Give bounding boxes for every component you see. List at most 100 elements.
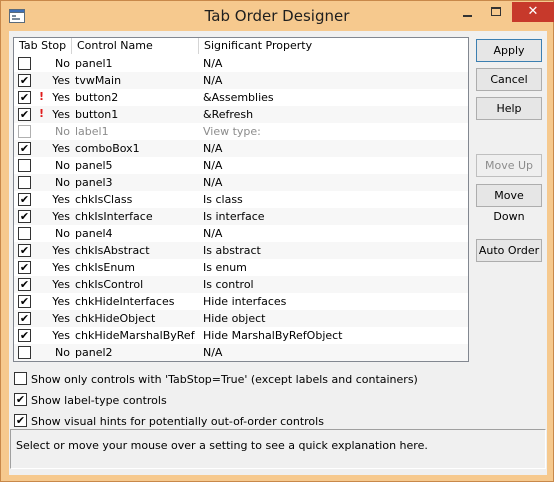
tab-stop-checkbox[interactable]: ✔ (18, 244, 31, 257)
column-header-tab-stop[interactable]: Tab Stop (14, 38, 72, 54)
move-down-button[interactable]: Move Down (476, 184, 542, 223)
control-name: button1 (75, 108, 119, 121)
significant-property: Is abstract (203, 244, 261, 257)
column-header-significant-property[interactable]: Significant Property (199, 38, 468, 54)
title-bar[interactable]: Tab Order Designer ✕ (1, 1, 554, 31)
table-row[interactable]: No label1 View type: (14, 123, 468, 140)
table-row[interactable]: ✔ Yes chkIsControl Is control (14, 276, 468, 293)
control-name: tvwMain (75, 74, 122, 87)
tab-order-list[interactable]: Tab Stop Control Name Significant Proper… (13, 37, 469, 362)
column-header-control-name[interactable]: Control Name (72, 38, 199, 54)
auto-order-button[interactable]: Auto Order (476, 239, 542, 262)
tab-stop-checkbox[interactable]: ✔ (18, 312, 31, 325)
table-row[interactable]: ✔ Yes chkIsClass Is class (14, 191, 468, 208)
tab-stop-checkbox[interactable]: ✔ (18, 329, 31, 342)
table-row[interactable]: ✔ Yes chkIsEnum Is enum (14, 259, 468, 276)
tab-stop-checkbox[interactable] (18, 159, 31, 172)
table-row[interactable]: ✔ Yes comboBox1 N/A (14, 140, 468, 157)
table-row[interactable]: No panel1 N/A (14, 55, 468, 72)
tab-stop-value: No (55, 159, 70, 172)
significant-property: N/A (203, 346, 223, 359)
check-icon: ✔ (19, 295, 30, 308)
table-row[interactable]: ✔! Yes button2 &Assemblies (14, 89, 468, 106)
significant-property: N/A (203, 176, 223, 189)
list-header: Tab Stop Control Name Significant Proper… (14, 38, 468, 54)
table-row[interactable]: ✔ Yes chkHideObject Hide object (14, 310, 468, 327)
option-show-labels-checkbox[interactable]: ✔ (14, 393, 27, 406)
check-icon: ✔ (15, 393, 26, 406)
check-icon: ✔ (15, 414, 26, 427)
control-name: panel5 (75, 159, 113, 172)
tab-stop-checkbox[interactable] (18, 227, 31, 240)
option-visual-hints-checkbox[interactable]: ✔ (14, 414, 27, 427)
significant-property: View type: (203, 125, 261, 138)
tab-stop-checkbox[interactable]: ✔ (18, 91, 31, 104)
control-name: chkIsEnum (75, 261, 135, 274)
table-row[interactable]: No panel4 N/A (14, 225, 468, 242)
tab-stop-checkbox[interactable]: ✔ (18, 210, 31, 223)
table-row[interactable]: ✔ Yes chkIsAbstract Is abstract (14, 242, 468, 259)
tab-stop-value: Yes (52, 244, 70, 257)
help-button[interactable]: Help (476, 97, 542, 120)
tab-stop-value: Yes (52, 329, 70, 342)
option-show-labels-label[interactable]: Show label-type controls (31, 394, 167, 407)
tab-stop-checkbox[interactable] (18, 57, 31, 70)
table-row[interactable]: No panel3 N/A (14, 174, 468, 191)
close-button[interactable]: ✕ (512, 2, 554, 22)
dialog-client-area: Tab Stop Control Name Significant Proper… (9, 31, 547, 475)
check-icon: ✔ (19, 261, 30, 274)
significant-property: N/A (203, 227, 223, 240)
table-row[interactable]: ✔ Yes chkHideInterfaces Hide interfaces (14, 293, 468, 310)
tab-order-designer-window: Tab Order Designer ✕ Tab Stop Control Na… (0, 0, 554, 482)
check-icon: ✔ (19, 74, 30, 87)
significant-property: N/A (203, 142, 223, 155)
significant-property: N/A (203, 57, 223, 70)
minimize-button[interactable] (455, 2, 479, 22)
apply-button[interactable]: Apply (476, 39, 542, 62)
control-name: chkHideObject (75, 312, 156, 325)
tab-stop-checkbox[interactable]: ✔ (18, 261, 31, 274)
control-name: panel4 (75, 227, 113, 240)
control-name: chkIsInterface (75, 210, 153, 223)
table-row[interactable]: ✔ Yes tvwMain N/A (14, 72, 468, 89)
tab-stop-value: Yes (52, 210, 70, 223)
tab-stop-value: Yes (52, 295, 70, 308)
significant-property: &Assemblies (203, 91, 274, 104)
tab-stop-value: Yes (52, 278, 70, 291)
minimize-icon (463, 15, 472, 17)
significant-property: N/A (203, 74, 223, 87)
significant-property: Hide MarshalByRefObject (203, 329, 343, 342)
check-icon: ✔ (19, 193, 30, 206)
option-visual-hints-label[interactable]: Show visual hints for potentially out-of… (31, 415, 324, 428)
move-up-button[interactable]: Move Up (476, 154, 542, 177)
significant-property: Is control (203, 278, 254, 291)
tab-stop-checkbox[interactable] (18, 346, 31, 359)
control-name: chkIsClass (75, 193, 133, 206)
control-name: comboBox1 (75, 142, 140, 155)
tab-stop-checkbox[interactable]: ✔ (18, 142, 31, 155)
option-tabstop-only-label[interactable]: Show only controls with 'TabStop=True' (… (31, 373, 418, 386)
table-row[interactable]: No panel5 N/A (14, 157, 468, 174)
option-tabstop-only-checkbox[interactable] (14, 372, 27, 385)
tab-stop-checkbox[interactable]: ✔ (18, 193, 31, 206)
tab-stop-value: Yes (52, 312, 70, 325)
tab-stop-checkbox[interactable]: ✔ (18, 108, 31, 121)
table-row[interactable]: No panel2 N/A (14, 344, 468, 361)
check-icon: ✔ (19, 278, 30, 291)
significant-property: Hide interfaces (203, 295, 287, 308)
tab-stop-checkbox[interactable]: ✔ (18, 278, 31, 291)
tab-stop-checkbox[interactable] (18, 125, 31, 138)
hint-text: Select or move your mouse over a setting… (16, 439, 428, 452)
maximize-button[interactable] (483, 2, 509, 22)
table-row[interactable]: ✔ Yes chkIsInterface Is interface (14, 208, 468, 225)
table-row[interactable]: ✔ Yes chkHideMarshalByRef... Hide MarshalBy… (14, 327, 468, 344)
tab-stop-checkbox[interactable]: ✔ (18, 74, 31, 87)
tab-stop-checkbox[interactable]: ✔ (18, 295, 31, 308)
tab-stop-checkbox[interactable] (18, 176, 31, 189)
table-row[interactable]: ✔! Yes button1 &Refresh (14, 106, 468, 123)
control-name: chkIsAbstract (75, 244, 150, 257)
cancel-button[interactable]: Cancel (476, 68, 542, 91)
significant-property: &Refresh (203, 108, 254, 121)
tab-stop-value: No (55, 227, 70, 240)
tab-stop-value: Yes (52, 142, 70, 155)
